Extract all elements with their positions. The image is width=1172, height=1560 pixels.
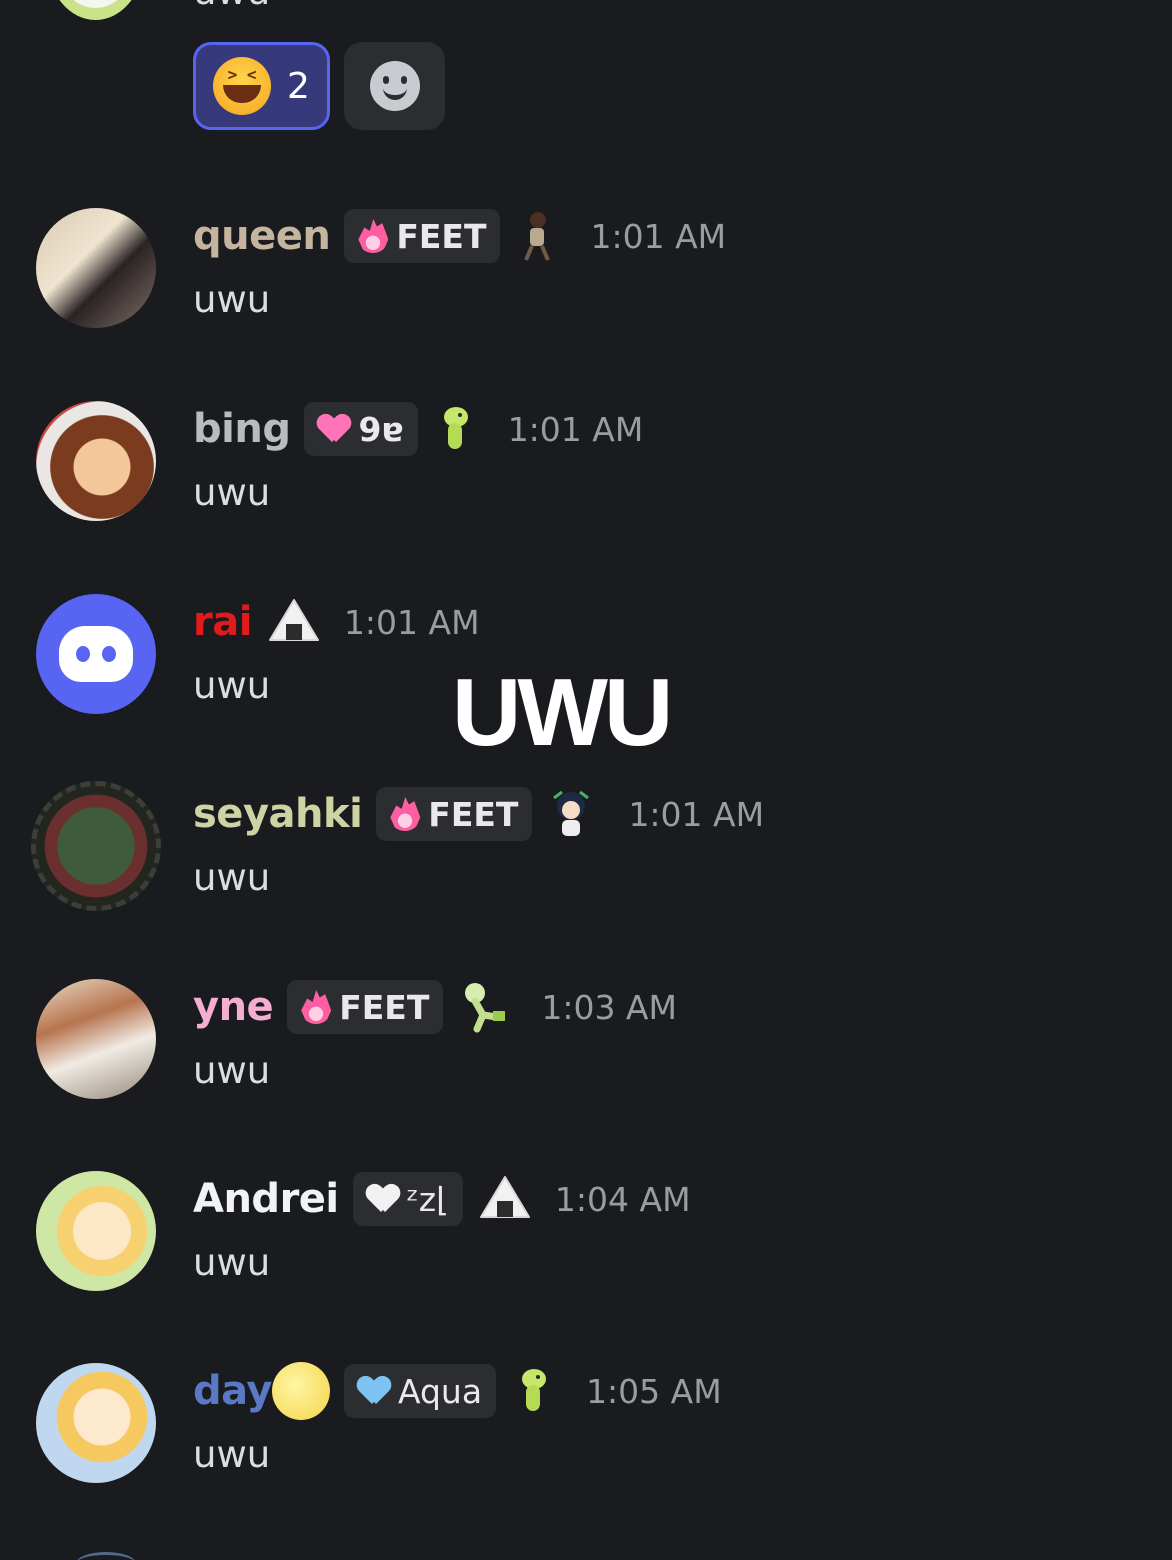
tag-label: FEET [396, 216, 487, 256]
reaction-count: 2 [287, 65, 310, 107]
message-text: uwu [193, 0, 270, 13]
message-text: uwu [193, 664, 271, 707]
message-andrei[interactable]: Andrei ᶻz⌊ 1:04 AM uwu [0, 1171, 1172, 1364]
avatar[interactable] [36, 979, 156, 1099]
tag-label: ᶻz⌊ [406, 1179, 449, 1219]
onigiri-sticker-icon [477, 1173, 533, 1225]
avatar[interactable] [36, 401, 156, 521]
message-bing[interactable]: bing 9ɐ 1:01 AM uwu [0, 401, 1172, 594]
message-text: uwu [193, 278, 271, 321]
add-reaction-button[interactable] [344, 42, 445, 130]
avatar[interactable] [48, 0, 143, 20]
username[interactable]: bing [193, 406, 291, 452]
server-tag[interactable]: FEET [344, 209, 501, 263]
timestamp: 1:01 AM [343, 602, 480, 642]
message-header: queen FEET 1:01 AM [193, 208, 726, 264]
message-header: day Aqua 1:05 AM [193, 1362, 722, 1420]
avatar[interactable] [36, 208, 156, 328]
avatar[interactable] [31, 781, 161, 911]
tag-label: 9ɐ [358, 409, 404, 449]
username[interactable]: day [193, 1368, 272, 1414]
message-text: uwu [193, 1049, 271, 1092]
flame-icon [358, 219, 389, 253]
message-header: bing 9ɐ 1:01 AM [193, 401, 643, 457]
timestamp: 1:01 AM [628, 794, 765, 834]
username[interactable]: seyahki [193, 791, 363, 837]
figure-sticker-icon [514, 210, 558, 262]
message-header: Andrei ᶻz⌊ 1:04 AM [193, 1171, 691, 1227]
timestamp: 1:04 AM [554, 1179, 691, 1219]
timestamp: 1:05 AM [586, 1371, 722, 1411]
tag-label: Aqua [397, 1371, 483, 1411]
avatar[interactable] [36, 1171, 156, 1291]
message-header: yne FEET 1:03 AM [193, 979, 677, 1035]
reaction-bar: 2 [193, 42, 445, 130]
message-text: uwu [193, 471, 271, 514]
green-dino-sticker-icon [510, 1365, 554, 1417]
laughing-emoji-icon [213, 57, 272, 115]
message-header: seyahki FEET 1:01 AM [193, 786, 764, 842]
timestamp: 1:03 AM [541, 987, 677, 1027]
chibi-sticker-icon [546, 788, 596, 840]
reaction-laughing[interactable]: 2 [193, 42, 330, 130]
avatar[interactable] [36, 594, 156, 714]
message-text: uwu [193, 1241, 271, 1284]
server-tag[interactable]: FEET [376, 787, 533, 841]
flame-icon [390, 797, 421, 831]
blue-heart-icon [358, 1377, 390, 1405]
overlay-caption: UWU [452, 659, 673, 766]
message-text: uwu [193, 1433, 271, 1476]
server-tag[interactable]: ᶻz⌊ [352, 1172, 463, 1226]
server-tag[interactable]: FEET [287, 980, 444, 1034]
username[interactable]: rai [193, 599, 252, 645]
green-dino-sticker-icon [432, 403, 476, 455]
username[interactable]: Andrei [193, 1176, 339, 1222]
tag-label: FEET [339, 987, 430, 1027]
add-reaction-icon [369, 61, 420, 111]
message-yne[interactable]: yne FEET 1:03 AM uwu [0, 979, 1172, 1172]
timestamp: 1:01 AM [590, 216, 727, 256]
white-heart-icon [367, 1185, 399, 1213]
message-seyahki[interactable]: seyahki FEET 1:01 AM uwu [0, 781, 1172, 979]
message-day[interactable]: day Aqua 1:05 AM uwu [0, 1362, 1172, 1556]
flame-icon [301, 990, 332, 1024]
chat-view: uwu 2 queen FEET 1:01 AM uwu bing [0, 0, 1172, 1560]
moon-face-emoji-icon [271, 1362, 330, 1420]
tag-label: FEET [428, 794, 519, 834]
server-tag[interactable]: Aqua [343, 1364, 497, 1418]
pink-heart-icon [318, 415, 350, 443]
timestamp: 1:01 AM [507, 409, 644, 449]
onigiri-sticker-icon [266, 596, 322, 648]
discord-logo-icon [59, 626, 133, 682]
server-tag[interactable]: 9ɐ [304, 402, 418, 456]
message-header: rai 1:01 AM [193, 594, 480, 650]
username[interactable]: yne [193, 984, 274, 1030]
message-text: uwu [193, 856, 271, 899]
username[interactable]: queen [193, 213, 331, 259]
avatar[interactable] [36, 1363, 156, 1483]
running-dino-sticker-icon [457, 981, 509, 1033]
message-queen[interactable]: queen FEET 1:01 AM uwu [0, 208, 1172, 401]
